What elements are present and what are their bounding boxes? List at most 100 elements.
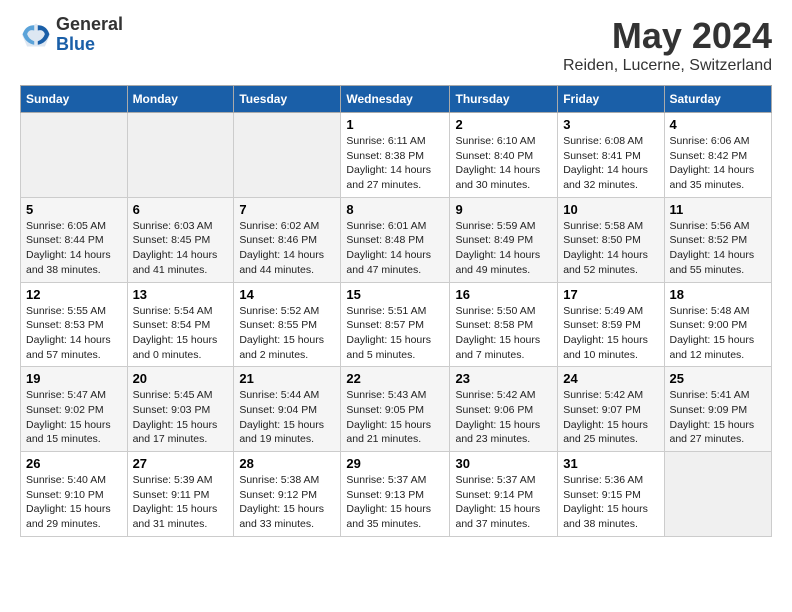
day-info: Sunrise: 5:50 AMSunset: 8:58 PMDaylight:…: [455, 304, 552, 363]
day-info: Sunrise: 5:56 AMSunset: 8:52 PMDaylight:…: [670, 219, 767, 278]
day-number: 17: [563, 287, 658, 302]
day-number: 10: [563, 202, 658, 217]
calendar-cell: 24 Sunrise: 5:42 AMSunset: 9:07 PMDayligh…: [558, 367, 664, 452]
calendar-cell: 27 Sunrise: 5:39 AMSunset: 9:11 PMDayligh…: [127, 452, 234, 537]
day-number: 18: [670, 287, 767, 302]
calendar-cell: 13 Sunrise: 5:54 AMSunset: 8:54 PMDayligh…: [127, 282, 234, 367]
calendar-cell: 9Sunrise: 5:59 AMSunset: 8:49 PMDaylight…: [450, 197, 558, 282]
day-info: Sunrise: 5:37 AMSunset: 9:13 PMDaylight:…: [346, 473, 444, 532]
day-number: 29: [346, 456, 444, 471]
day-info: Sunrise: 5:49 AMSunset: 8:59 PMDaylight:…: [563, 304, 658, 363]
calendar-cell: 15Sunrise: 5:51 AMSunset: 8:57 PMDayligh…: [341, 282, 450, 367]
day-info: Sunrise: 5:37 AMSunset: 9:14 PMDaylight:…: [455, 473, 552, 532]
calendar-cell: 12 Sunrise: 5:55 AMSunset: 8:53 PMDayligh…: [21, 282, 128, 367]
day-info: Sunrise: 5:51 AMSunset: 8:57 PMDaylight:…: [346, 304, 444, 363]
day-number: 22: [346, 371, 444, 386]
week-row-4: 19 Sunrise: 5:47 AMSunset: 9:02 PMDayligh…: [21, 367, 772, 452]
calendar-cell: 29 Sunrise: 5:37 AMSunset: 9:13 PMDayligh…: [341, 452, 450, 537]
calendar-cell: [127, 113, 234, 198]
header: General Blue May 2024 Reiden, Lucerne, S…: [20, 15, 772, 75]
day-number: 24: [563, 371, 658, 386]
day-info: Sunrise: 6:06 AMSunset: 8:42 PMDaylight:…: [670, 134, 767, 193]
logo: General Blue: [20, 15, 123, 55]
day-number: 4: [670, 117, 767, 132]
calendar-header: Sunday Monday Tuesday Wednesday Thursday…: [21, 86, 772, 113]
day-number: 14: [239, 287, 335, 302]
day-info: Sunrise: 5:36 AMSunset: 9:15 PMDaylight:…: [563, 473, 658, 532]
calendar-cell: 16 Sunrise: 5:50 AMSunset: 8:58 PMDayligh…: [450, 282, 558, 367]
calendar-cell: 19 Sunrise: 5:47 AMSunset: 9:02 PMDayligh…: [21, 367, 128, 452]
day-number: 20: [133, 371, 229, 386]
header-thursday: Thursday: [450, 86, 558, 113]
calendar-cell: 1 Sunrise: 6:11 AMSunset: 8:38 PMDaylight…: [341, 113, 450, 198]
calendar-cell: 6Sunrise: 6:03 AMSunset: 8:45 PMDaylight…: [127, 197, 234, 282]
calendar-cell: 8Sunrise: 6:01 AMSunset: 8:48 PMDaylight…: [341, 197, 450, 282]
calendar-cell: 14 Sunrise: 5:52 AMSunset: 8:55 PMDayligh…: [234, 282, 341, 367]
day-info: Sunrise: 6:05 AMSunset: 8:44 PMDaylight:…: [26, 219, 122, 278]
day-number: 27: [133, 456, 229, 471]
day-info: Sunrise: 5:42 AMSunset: 9:06 PMDaylight:…: [455, 388, 552, 447]
day-info: Sunrise: 5:45 AMSunset: 9:03 PMDaylight:…: [133, 388, 229, 447]
day-info: Sunrise: 6:02 AMSunset: 8:46 PMDaylight:…: [239, 219, 335, 278]
calendar-cell: [21, 113, 128, 198]
day-number: 21: [239, 371, 335, 386]
day-info: Sunrise: 5:39 AMSunset: 9:11 PMDaylight:…: [133, 473, 229, 532]
day-info: Sunrise: 5:44 AMSunset: 9:04 PMDaylight:…: [239, 388, 335, 447]
calendar-cell: 30 Sunrise: 5:37 AMSunset: 9:14 PMDayligh…: [450, 452, 558, 537]
day-info: Sunrise: 6:01 AMSunset: 8:48 PMDaylight:…: [346, 219, 444, 278]
calendar-cell: 4 Sunrise: 6:06 AMSunset: 8:42 PMDaylight…: [664, 113, 772, 198]
day-number: 9: [455, 202, 552, 217]
day-number: 23: [455, 371, 552, 386]
day-number: 11: [670, 202, 767, 217]
day-info: Sunrise: 5:55 AMSunset: 8:53 PMDaylight:…: [26, 304, 122, 363]
page: General Blue May 2024 Reiden, Lucerne, S…: [0, 0, 792, 552]
day-info: Sunrise: 6:10 AMSunset: 8:40 PMDaylight:…: [455, 134, 552, 193]
day-info: Sunrise: 5:41 AMSunset: 9:09 PMDaylight:…: [670, 388, 767, 447]
day-number: 5: [26, 202, 122, 217]
calendar-cell: 17 Sunrise: 5:49 AMSunset: 8:59 PMDayligh…: [558, 282, 664, 367]
calendar-cell: 20 Sunrise: 5:45 AMSunset: 9:03 PMDayligh…: [127, 367, 234, 452]
title-block: May 2024 Reiden, Lucerne, Switzerland: [563, 15, 772, 75]
header-sunday: Sunday: [21, 86, 128, 113]
day-number: 12: [26, 287, 122, 302]
week-row-1: 1 Sunrise: 6:11 AMSunset: 8:38 PMDaylight…: [21, 113, 772, 198]
logo-text: General Blue: [56, 15, 123, 55]
day-info: Sunrise: 5:54 AMSunset: 8:54 PMDaylight:…: [133, 304, 229, 363]
day-number: 1: [346, 117, 444, 132]
calendar-body: 1 Sunrise: 6:11 AMSunset: 8:38 PMDaylight…: [21, 113, 772, 537]
day-number: 3: [563, 117, 658, 132]
header-friday: Friday: [558, 86, 664, 113]
calendar-cell: 5 Sunrise: 6:05 AMSunset: 8:44 PMDaylight…: [21, 197, 128, 282]
calendar-cell: 10Sunrise: 5:58 AMSunset: 8:50 PMDayligh…: [558, 197, 664, 282]
day-number: 7: [239, 202, 335, 217]
day-info: Sunrise: 6:11 AMSunset: 8:38 PMDaylight:…: [346, 134, 444, 193]
calendar-cell: 26Sunrise: 5:40 AMSunset: 9:10 PMDayligh…: [21, 452, 128, 537]
calendar-cell: 21 Sunrise: 5:44 AMSunset: 9:04 PMDayligh…: [234, 367, 341, 452]
calendar-cell: [664, 452, 772, 537]
day-info: Sunrise: 5:42 AMSunset: 9:07 PMDaylight:…: [563, 388, 658, 447]
week-row-2: 5 Sunrise: 6:05 AMSunset: 8:44 PMDaylight…: [21, 197, 772, 282]
day-number: 26: [26, 456, 122, 471]
day-number: 30: [455, 456, 552, 471]
calendar-cell: 22 Sunrise: 5:43 AMSunset: 9:05 PMDayligh…: [341, 367, 450, 452]
day-info: Sunrise: 5:48 AMSunset: 9:00 PMDaylight:…: [670, 304, 767, 363]
subtitle: Reiden, Lucerne, Switzerland: [563, 57, 772, 75]
header-monday: Monday: [127, 86, 234, 113]
day-number: 16: [455, 287, 552, 302]
calendar-cell: [234, 113, 341, 198]
day-info: Sunrise: 5:52 AMSunset: 8:55 PMDaylight:…: [239, 304, 335, 363]
calendar-cell: 7 Sunrise: 6:02 AMSunset: 8:46 PMDaylight…: [234, 197, 341, 282]
main-title: May 2024: [563, 15, 772, 57]
calendar-cell: 25Sunrise: 5:41 AMSunset: 9:09 PMDayligh…: [664, 367, 772, 452]
day-number: 13: [133, 287, 229, 302]
header-row: Sunday Monday Tuesday Wednesday Thursday…: [21, 86, 772, 113]
day-info: Sunrise: 5:47 AMSunset: 9:02 PMDaylight:…: [26, 388, 122, 447]
logo-blue-label: Blue: [56, 35, 123, 55]
logo-icon: [20, 21, 52, 49]
day-info: Sunrise: 5:38 AMSunset: 9:12 PMDaylight:…: [239, 473, 335, 532]
calendar-cell: 11 Sunrise: 5:56 AMSunset: 8:52 PMDayligh…: [664, 197, 772, 282]
day-info: Sunrise: 5:43 AMSunset: 9:05 PMDaylight:…: [346, 388, 444, 447]
day-info: Sunrise: 6:03 AMSunset: 8:45 PMDaylight:…: [133, 219, 229, 278]
header-wednesday: Wednesday: [341, 86, 450, 113]
day-number: 19: [26, 371, 122, 386]
